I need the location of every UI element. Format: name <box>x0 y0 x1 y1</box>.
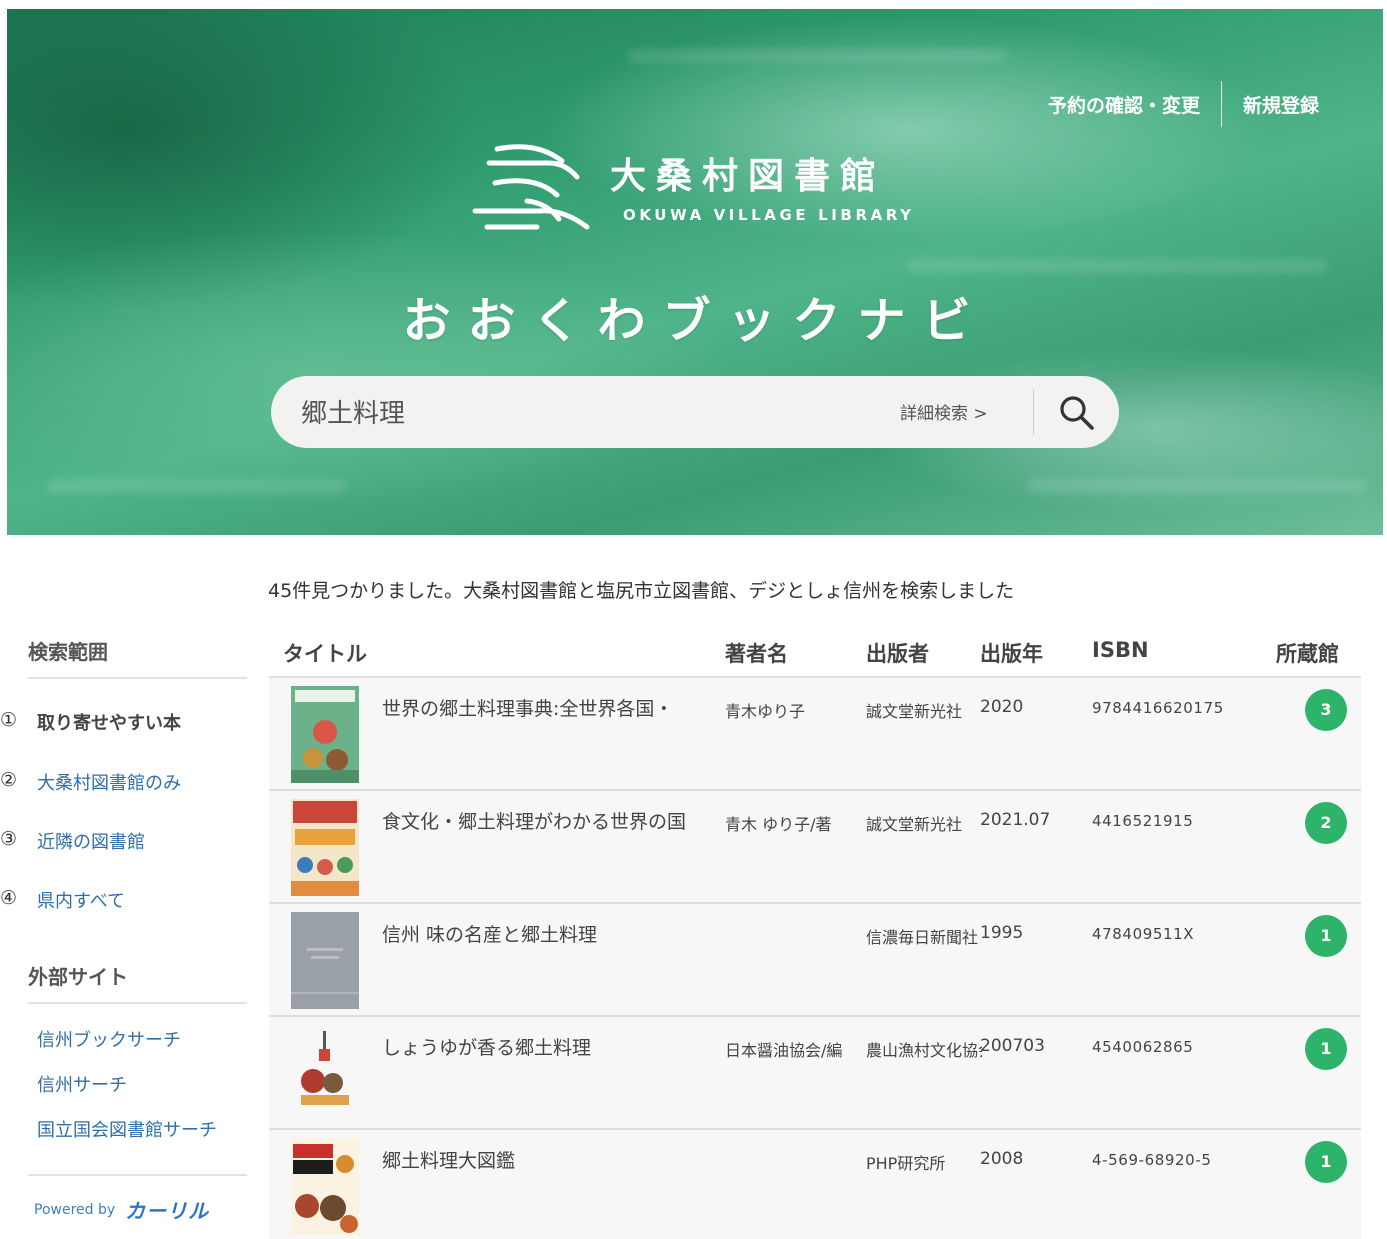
book-year: 1995 <box>980 923 1024 943</box>
scope-number: ① <box>0 709 18 731</box>
powered-by-calil[interactable]: Powered by カーリル <box>34 1195 209 1224</box>
book-year: 200703 <box>980 1036 1045 1056</box>
hero-banner: 予約の確認・変更 新規登録 大桑村図書館 OKUWA VILLAGE LIBRA… <box>7 9 1383 535</box>
book-cover-image <box>291 799 359 896</box>
sidebar-divider <box>28 1174 247 1176</box>
book-title: 信州 味の名産と郷土料理 <box>382 924 598 946</box>
book-publisher: 誠文堂新光社 <box>866 815 963 834</box>
background-streak <box>47 479 347 493</box>
library-logo[interactable]: 大桑村図書館 OKUWA VILLAGE LIBRARY <box>467 139 947 249</box>
search-input[interactable] <box>301 390 861 432</box>
book-cover-image <box>291 1025 359 1122</box>
book-isbn: 4540062865 <box>1092 1038 1194 1056</box>
book-publisher: PHP研究所 <box>866 1154 946 1173</box>
search-icon[interactable] <box>1057 393 1097 433</box>
book-publisher: 信濃毎日新聞社 <box>866 928 979 947</box>
book-cover-image <box>291 686 359 783</box>
result-summary: 45件見つかりました。大桑村図書館と塩尻市立図書館、デジとしょ信州を検索しました <box>268 580 1015 602</box>
table-row[interactable]: 食文化・郷土料理がわかる世界の国 青木 ゆり子/著 誠文堂新光社 2021.07… <box>269 791 1361 904</box>
book-isbn: 478409511X <box>1092 925 1195 943</box>
book-publisher: 誠文堂新光社 <box>866 702 963 721</box>
library-name-jp: 大桑村図書館 <box>610 155 887 197</box>
book-author: 青木ゆり子 <box>725 702 806 721</box>
book-year: 2021.07 <box>980 810 1051 830</box>
column-header-publisher[interactable]: 出版者 <box>866 638 929 668</box>
holdings-badge[interactable]: 2 <box>1305 802 1347 844</box>
scope-label: 県内すべて <box>37 891 126 912</box>
scope-number: ② <box>0 769 18 791</box>
scope-label: 近隣の図書館 <box>37 832 145 853</box>
book-author: 青木 ゆり子/著 <box>725 815 832 834</box>
holdings-badge[interactable]: 1 <box>1305 1141 1347 1183</box>
book-title: しょうゆが香る郷土料理 <box>382 1037 592 1059</box>
book-year: 2008 <box>980 1149 1024 1169</box>
book-isbn: 4416521915 <box>1092 812 1194 830</box>
sidebar-divider <box>28 1002 247 1004</box>
table-row[interactable]: しょうゆが香る郷土料理 日本醤油協会/編 農山漁村文化協会 200703 454… <box>269 1017 1361 1130</box>
search-bar-divider <box>1033 389 1034 435</box>
scope-label: 取り寄せやすい本 <box>37 713 181 734</box>
background-streak <box>627 49 1007 63</box>
scope-number: ④ <box>0 887 18 909</box>
column-header-author[interactable]: 著者名 <box>725 638 788 668</box>
book-year: 2020 <box>980 697 1024 717</box>
column-header-isbn[interactable]: ISBN <box>1092 638 1149 662</box>
book-title: 食文化・郷土料理がわかる世界の国 <box>382 811 687 833</box>
book-isbn: 9784416620175 <box>1092 699 1224 717</box>
library-logo-mark-icon <box>472 144 590 230</box>
column-header-holdings[interactable]: 所蔵館 <box>1276 638 1339 668</box>
scope-number: ③ <box>0 828 18 850</box>
book-isbn: 4-569-68920-5 <box>1092 1151 1212 1169</box>
book-cover-image <box>291 1138 359 1235</box>
book-publisher: 農山漁村文化協会 <box>866 1041 982 1060</box>
background-streak <box>1027 479 1367 493</box>
library-name-en: OKUWA VILLAGE LIBRARY <box>623 206 915 224</box>
external-heading: 外部サイト <box>28 965 128 989</box>
sidebar-divider <box>28 677 247 679</box>
external-link-shinshu-book-search[interactable]: 信州ブックサーチ <box>37 1026 181 1052</box>
table-row[interactable]: 信州 味の名産と郷土料理 信濃毎日新聞社 1995 478409511X 1 <box>269 904 1361 1017</box>
column-header-year[interactable]: 出版年 <box>980 638 1043 668</box>
powered-by-label: Powered by <box>34 1201 116 1218</box>
calil-logo: カーリル <box>125 1199 210 1223</box>
holdings-badge[interactable]: 3 <box>1305 689 1347 731</box>
reservation-link[interactable]: 予約の確認・変更 <box>1048 91 1200 118</box>
search-bar: 詳細検索 > <box>271 376 1119 448</box>
scope-label: 大桑村図書館のみ <box>37 773 181 794</box>
scope-heading: 検索範囲 <box>28 640 108 664</box>
table-row[interactable]: 郷土料理大図鑑 PHP研究所 2008 4-569-68920-5 1 <box>269 1130 1361 1239</box>
external-link-shinshu-search[interactable]: 信州サーチ <box>37 1071 127 1097</box>
advanced-search-link[interactable]: 詳細検索 > <box>900 399 988 424</box>
book-author: 日本醤油協会/編 <box>725 1041 843 1060</box>
register-link[interactable]: 新規登録 <box>1243 91 1319 118</box>
holdings-badge[interactable]: 1 <box>1305 1028 1347 1070</box>
table-row[interactable]: 世界の郷土料理事典:全世界各国・ 青木ゆり子 誠文堂新光社 2020 97844… <box>269 678 1361 791</box>
external-link-ndl-search[interactable]: 国立国会図書館サーチ <box>37 1116 217 1142</box>
site-title: おおくわブックナビ <box>402 293 988 349</box>
book-cover-placeholder <box>291 912 359 1009</box>
column-header-title[interactable]: タイトル <box>283 638 367 668</box>
holdings-badge[interactable]: 1 <box>1305 915 1347 957</box>
book-title: 世界の郷土料理事典:全世界各国・ <box>382 698 674 720</box>
book-title: 郷土料理大図鑑 <box>382 1150 516 1172</box>
header-link-divider <box>1220 81 1222 127</box>
header-links: 予約の確認・変更 新規登録 <box>1048 81 1319 127</box>
background-streak <box>907 259 1327 273</box>
